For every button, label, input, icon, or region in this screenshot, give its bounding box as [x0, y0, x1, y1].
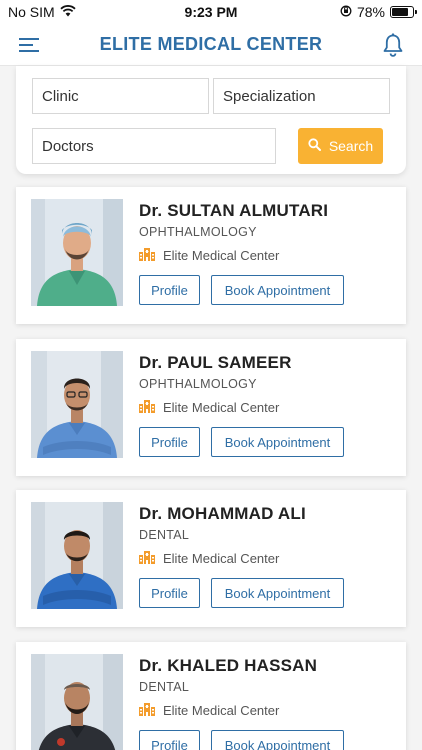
doctor-specialization: DENTAL: [139, 680, 190, 694]
doctor-card: Dr. PAUL SAMEER OPHTHALMOLOGY Elite Medi…: [16, 339, 406, 476]
status-bar: No SIM 9:23 PM 78%: [0, 0, 422, 24]
clinic-name: Elite Medical Center: [163, 703, 280, 718]
clinic-name: Elite Medical Center: [163, 400, 280, 415]
lock-rotation-icon: [340, 4, 352, 20]
clinic-name: Elite Medical Center: [163, 248, 280, 263]
hamburger-menu-icon[interactable]: [16, 32, 42, 58]
hospital-building-icon: [139, 550, 155, 567]
battery-percent: 78%: [356, 4, 385, 20]
clinic-name: Elite Medical Center: [163, 551, 280, 566]
search-panel: Clinic Specialization Doctors Search: [16, 66, 406, 174]
doctor-photo: [31, 502, 123, 609]
book-appointment-button[interactable]: Book Appointment: [211, 427, 344, 457]
battery-icon: [390, 6, 417, 18]
profile-button[interactable]: Profile: [139, 730, 200, 750]
app-header: ELITE MEDICAL CENTER: [0, 24, 422, 66]
doctor-photo: [31, 351, 123, 458]
doctor-photo: [31, 654, 123, 750]
doctor-specialization: OPHTHALMOLOGY: [139, 225, 257, 239]
book-appointment-button[interactable]: Book Appointment: [211, 730, 344, 750]
book-appointment-button[interactable]: Book Appointment: [211, 578, 344, 608]
doctor-specialization: OPHTHALMOLOGY: [139, 377, 257, 391]
profile-button[interactable]: Profile: [139, 578, 200, 608]
doctors-select[interactable]: Doctors: [32, 128, 276, 164]
doctor-name: Dr. MOHAMMAD ALI: [139, 504, 306, 523]
search-icon: [308, 138, 321, 154]
doctor-name: Dr. SULTAN ALMUTARI: [139, 201, 329, 220]
specialization-select[interactable]: Specialization: [213, 78, 390, 114]
doctor-card: Dr. MOHAMMAD ALI DENTAL Elite Medical Ce…: [16, 490, 406, 627]
battery-fill: [392, 8, 408, 16]
doctor-card: Dr. KHALED HASSAN DENTAL Elite Medical C…: [16, 642, 406, 750]
clinic-select[interactable]: Clinic: [32, 78, 209, 114]
bell-icon[interactable]: [380, 32, 406, 58]
search-button[interactable]: Search: [298, 128, 383, 164]
page-title: ELITE MEDICAL CENTER: [99, 34, 323, 54]
doctor-clinic: Elite Medical Center: [139, 550, 279, 567]
profile-button[interactable]: Profile: [139, 427, 200, 457]
doctor-photo: [31, 199, 123, 306]
book-appointment-button[interactable]: Book Appointment: [211, 275, 344, 305]
status-right: 78%: [340, 4, 417, 20]
hospital-building-icon: [139, 247, 155, 264]
profile-button[interactable]: Profile: [139, 275, 200, 305]
hospital-building-icon: [139, 702, 155, 719]
doctor-name: Dr. PAUL SAMEER: [139, 353, 292, 372]
search-button-label: Search: [328, 138, 374, 154]
hospital-building-icon: [139, 399, 155, 416]
wifi-icon: [60, 4, 76, 20]
doctor-clinic: Elite Medical Center: [139, 247, 279, 264]
doctor-clinic: Elite Medical Center: [139, 399, 279, 416]
doctor-specialization: DENTAL: [139, 528, 190, 542]
carrier-label: No SIM: [8, 4, 55, 20]
status-left: No SIM: [8, 4, 76, 20]
doctor-clinic: Elite Medical Center: [139, 702, 279, 719]
doctor-name: Dr. KHALED HASSAN: [139, 656, 318, 675]
doctor-card: Dr. SULTAN ALMUTARI OPHTHALMOLOGY Elite …: [16, 187, 406, 324]
